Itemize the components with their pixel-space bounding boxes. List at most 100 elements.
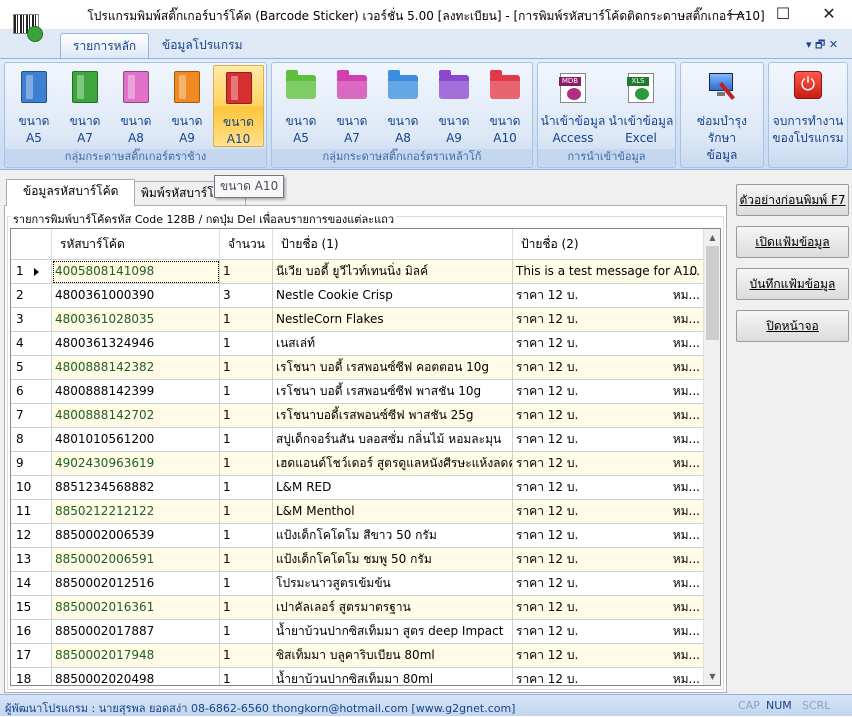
cell-label1[interactable]: เรโชนาบอดี้เรสพอนซ์ซีฟ พาสชัน 25g (273, 404, 513, 428)
cell-label1[interactable]: เฮดแอนด์โชว์เดอร์ สูตรดูแลหนังศีรษะแห้งล… (273, 452, 513, 476)
cell-qty[interactable]: 1 (220, 308, 273, 332)
table-row[interactable]: 3 4800361028035 1 NestleCorn Flakes ราคา 12 … (11, 308, 705, 332)
col-header-barcode[interactable]: รหัสบาร์โค้ด (52, 229, 220, 260)
cell-label2[interactable]: ราคา 12 บ. หม... (513, 572, 705, 596)
cell-label2[interactable]: ราคา 12 บ. หม... (513, 380, 705, 404)
whisky-a9-button[interactable]: ขนาด A9 (429, 65, 479, 147)
cell-barcode[interactable]: 8850002006539 (52, 524, 220, 548)
row-number[interactable]: 17 (11, 644, 52, 668)
cell-qty[interactable]: 1 (220, 404, 273, 428)
table-row[interactable]: 11 8850212212122 1 L&M Menthol ราคา 12 บ. หม.… (11, 500, 705, 524)
cell-label1[interactable]: เรโชนา บอดี้ เรสพอนซ์ซีฟ พาสชัน 10g (273, 380, 513, 404)
cell-label1[interactable]: โปรมะนาวสูตรเข้มข้น (273, 572, 513, 596)
table-row[interactable]: 12 8850002006539 1 แป้งเด็กโคโดโม สีขาว 50 … (11, 524, 705, 548)
cell-barcode[interactable]: 8851234568882 (52, 476, 220, 500)
cell-label1[interactable]: L&M RED (273, 476, 513, 500)
table-row[interactable]: 18 8850002020498 1 น้ำยาบ้วนปากซิสเท็มมา 80… (11, 668, 705, 685)
cell-label2[interactable]: ราคา 12 บ. หม... (513, 332, 705, 356)
open-file-button[interactable]: เปิดแฟ้มข้อมูล (736, 226, 849, 258)
cell-barcode[interactable]: 4005808141098 (52, 260, 220, 284)
row-number[interactable]: 10 (11, 476, 52, 500)
repair-data-button[interactable]: ซ่อมบำรุงรักษา ข้อมูล (683, 65, 761, 162)
cell-barcode[interactable]: 8850002017887 (52, 620, 220, 644)
cell-barcode[interactable]: 4801010561200 (52, 428, 220, 452)
col-header-qty[interactable]: จำนวน (220, 229, 273, 260)
cell-qty[interactable]: 3 (220, 284, 273, 308)
app-barcode-icon[interactable] (11, 14, 45, 44)
cell-barcode[interactable]: 8850002020498 (52, 668, 220, 685)
tab-program-info[interactable]: ข้อมูลโปรแกรม (150, 33, 255, 59)
barcode-grid[interactable]: รหัสบาร์โค้ด จำนวน ป้ายชื่อ (1) ป้ายชื่อ… (10, 228, 721, 686)
row-number[interactable]: 15 (11, 596, 52, 620)
cell-qty[interactable]: 1 (220, 476, 273, 500)
cell-label1[interactable]: แป้งเด็กโคโดโม สีขาว 50 กรัม (273, 524, 513, 548)
cell-label2[interactable]: ราคา 12 บ. หม... (513, 668, 705, 685)
cell-label2[interactable]: ราคา 12 บ. หม... (513, 644, 705, 668)
cell-label1[interactable]: สบู่เด็กจอร์นสัน บลอสซั่ม กลิ่นไม้ หอมละ… (273, 428, 513, 452)
cell-qty[interactable]: 1 (220, 500, 273, 524)
exit-program-button[interactable]: ⏻ จบการทำงาน ของโปรแกรม (771, 65, 845, 147)
import-access-button[interactable]: MDB นำเข้าข้อมูล Access (540, 65, 606, 147)
cell-barcode[interactable]: 8850212212122 (52, 500, 220, 524)
cell-barcode[interactable]: 4800361324946 (52, 332, 220, 356)
whisky-a8-button[interactable]: ขนาด A8 (378, 65, 428, 147)
cell-qty[interactable]: 1 (220, 356, 273, 380)
row-number[interactable]: 11 (11, 500, 52, 524)
row-number[interactable]: 6 (11, 380, 52, 404)
row-number[interactable]: 3 (11, 308, 52, 332)
row-number[interactable]: 14 (11, 572, 52, 596)
row-number[interactable]: 9 (11, 452, 52, 476)
cell-label1[interactable]: เปาคัลเลอร์ สูตรมาตรฐาน (273, 596, 513, 620)
table-row[interactable]: 6 4800888142399 1 เรโชนา บอดี้ เรสพอนซ์ซีฟ … (11, 380, 705, 404)
table-row[interactable]: 7 4800888142702 1 เรโชนาบอดี้เรสพอนซ์ซีฟ พา… (11, 404, 705, 428)
table-row[interactable]: 10 8851234568882 1 L&M RED ราคา 12 บ. หม... (11, 476, 705, 500)
elephant-a9-button[interactable]: ขนาด A9 (162, 65, 212, 147)
cell-qty[interactable]: 1 (220, 668, 273, 685)
row-number[interactable]: 4 (11, 332, 52, 356)
table-row[interactable]: 17 8850002017948 1 ซิสเท็มมา บลูคาริบเบียน … (11, 644, 705, 668)
cell-label1[interactable]: เรโชนา บอดี้ เรสพอนซ์ซีฟ คอตตอน 10g (273, 356, 513, 380)
whisky-a7-button[interactable]: ขนาด A7 (327, 65, 377, 147)
col-header-label2[interactable]: ป้ายชื่อ (2) (513, 229, 705, 260)
scroll-down-icon[interactable]: ▼ (704, 668, 720, 685)
cell-barcode[interactable]: 4800361000390 (52, 284, 220, 308)
cell-label2[interactable]: ราคา 12 บ. หม... (513, 308, 705, 332)
cell-qty[interactable]: 1 (220, 596, 273, 620)
whisky-a10-button[interactable]: ขนาด A10 (480, 65, 530, 147)
close-screen-button[interactable]: ปิดหน้าจอ (736, 310, 849, 342)
print-preview-button[interactable]: ตัวอย่างก่อนพิมพ์ F7 (736, 184, 849, 216)
cell-label2[interactable]: ราคา 12 บ. หม... (513, 476, 705, 500)
cell-label2[interactable]: This is a test message for A10... (513, 260, 705, 284)
cell-barcode[interactable]: 4800361028035 (52, 308, 220, 332)
row-number[interactable]: 18 (11, 668, 52, 685)
elephant-a5-button[interactable]: ขนาด A5 (9, 65, 59, 147)
cell-qty[interactable]: 1 (220, 380, 273, 404)
cell-label2[interactable]: ราคา 12 บ. หม... (513, 596, 705, 620)
minimize-button[interactable]: — (714, 0, 760, 30)
cell-label1[interactable]: เนสเล่ท์ (273, 332, 513, 356)
table-row[interactable]: 8 4801010561200 1 สบู่เด็กจอร์นสัน บลอสซั่ม… (11, 428, 705, 452)
cell-label2[interactable]: ราคา 12 บ. หม... (513, 356, 705, 380)
cell-barcode[interactable]: 8850002017948 (52, 644, 220, 668)
cell-qty[interactable]: 1 (220, 524, 273, 548)
row-number[interactable]: 5 (11, 356, 52, 380)
row-number[interactable]: 7 (11, 404, 52, 428)
cell-label1[interactable]: ซิสเท็มมา บลูคาริบเบียน 80ml (273, 644, 513, 668)
row-number[interactable]: 16 (11, 620, 52, 644)
close-button[interactable]: ✕ (806, 0, 852, 30)
cell-qty[interactable]: 1 (220, 428, 273, 452)
table-row[interactable]: 4 4800361324946 1 เนสเล่ท์ ราคา 12 บ. หม... (11, 332, 705, 356)
import-excel-button[interactable]: XLS นำเข้าข้อมูล Excel (608, 65, 674, 147)
cell-label1[interactable]: NestleCorn Flakes (273, 308, 513, 332)
table-row[interactable]: 15 8850002016361 1 เปาคัลเลอร์ สูตรมาตรฐานร… (11, 596, 705, 620)
elephant-a10-button[interactable]: ขนาด A10 (213, 65, 264, 147)
cell-qty[interactable]: 1 (220, 644, 273, 668)
cell-barcode[interactable]: 4902430963619 (52, 452, 220, 476)
vertical-scrollbar[interactable]: ▲ ▼ (703, 229, 720, 685)
cell-label1[interactable]: Nestle Cookie Crisp (273, 284, 513, 308)
cell-label2[interactable]: ราคา 12 บ. หม... (513, 452, 705, 476)
cell-label1[interactable]: น้ำยาบ้วนปากซิสเท็มมา สูตร deep Impact (273, 620, 513, 644)
cell-label2[interactable]: ราคา 12 บ. หม... (513, 500, 705, 524)
cell-barcode[interactable]: 8850002012516 (52, 572, 220, 596)
row-number[interactable]: 12 (11, 524, 52, 548)
